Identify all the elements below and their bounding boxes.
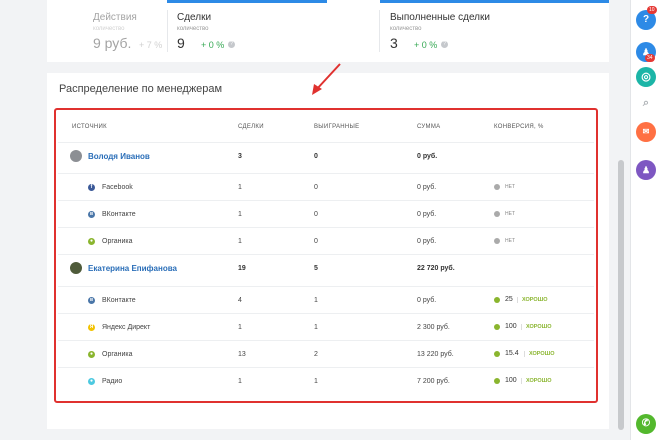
stat-bar [167,0,327,3]
stat-title: Действия [93,12,137,23]
user-icon[interactable]: ♟ [636,160,656,180]
section-title: Распределение по менеджерам [59,83,223,95]
help-label: ? [642,14,650,25]
stat-delta: + 0 % [201,40,225,50]
stat-completed-deals[interactable]: Выполненные сделки количество 3 + 0 % ? [380,0,609,62]
stat-delta: + 7 % [139,40,163,50]
contacts-badge: 34 [645,54,655,62]
notification-icon[interactable]: ✉ [636,122,656,142]
help-badge: 10 [647,6,657,14]
stat-delta: + 0 % [414,40,438,50]
stat-sub: количество [93,26,125,32]
stat-title: Выполненные сделки [390,12,490,23]
help-icon[interactable]: ? [228,41,235,48]
phone-icon[interactable]: ✆ [636,414,656,434]
stat-sub: количество [390,26,422,32]
stat-value: 3 [390,35,398,51]
stat-value: 9 руб. [93,35,132,51]
right-panel: ? 10 ♟ 34 ◎ ⌕ ✉ ♟ ✆ [630,0,660,440]
stat-actions[interactable]: Действия количество 9 руб. + 7 % [83,0,163,62]
stat-title: Сделки [177,12,212,23]
scrollbar[interactable] [618,160,624,430]
search-icon[interactable]: ⌕ [636,93,656,113]
highlight-frame [54,108,598,403]
stat-deals[interactable]: Сделки количество 9 + 0 % ? [167,0,377,62]
chat-icon[interactable]: ◎ [636,67,656,87]
stats-card: Действия количество 9 руб. + 7 % Сделки … [47,0,609,62]
stat-bar [380,0,609,3]
main-area: Действия количество 9 руб. + 7 % Сделки … [0,0,622,440]
stat-value: 9 [177,35,185,51]
stat-sub: количество [177,26,209,32]
help-icon[interactable]: ? [441,41,448,48]
annotation-arrow [312,63,341,95]
